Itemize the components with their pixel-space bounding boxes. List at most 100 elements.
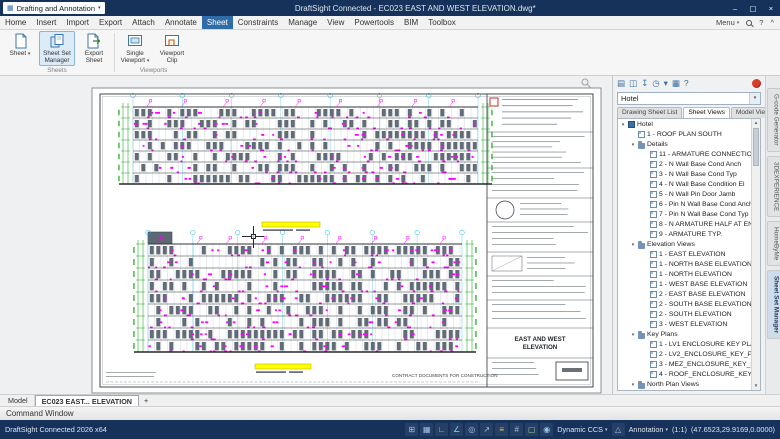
caret-icon[interactable]: [630, 332, 636, 338]
tab-insert[interactable]: Insert: [31, 16, 61, 29]
recent-icon[interactable]: ◷: [652, 77, 659, 90]
scrollbar-thumb[interactable]: [753, 128, 759, 166]
tree-item[interactable]: 6 - Pin N Wall Base Cond Anch: [618, 200, 751, 210]
new-sheet-icon[interactable]: ◫: [629, 77, 637, 90]
side-tab-gcode-generator[interactable]: G-code Generator: [767, 88, 780, 152]
dynamic-ccs-toggle[interactable]: Dynamic CCS ▾: [557, 425, 607, 434]
tab-drawing-sheet-list[interactable]: Drawing Sheet List: [617, 107, 682, 118]
tree-item[interactable]: 1 - LV1 ENCLOSURE KEY PLAN: [618, 340, 751, 350]
tree-item[interactable]: 5 - N Wall Pin Door Jamb: [618, 190, 751, 200]
tree-scrollbar[interactable]: ▲ ▼: [751, 119, 760, 390]
caret-icon[interactable]: [630, 382, 636, 388]
titlebar: ▦ Drafting and Annotation ▾ DraftSight C…: [0, 0, 780, 16]
tree-item[interactable]: 11 - ARMATURE CONNECTION TO COLUMN: [618, 150, 751, 160]
polar-icon[interactable]: ∠: [450, 423, 463, 436]
tab-toolbox[interactable]: Toolbox: [423, 16, 461, 29]
menu-dropdown[interactable]: Menu ▾: [716, 18, 739, 27]
annotation-toggle[interactable]: Annotation ▾: [629, 425, 668, 434]
close-button[interactable]: ×: [762, 0, 780, 16]
tab-annotate[interactable]: Annotate: [160, 16, 202, 29]
tree-item[interactable]: 1 - WEST BASE ELEVATION: [618, 280, 751, 290]
tab-constraints[interactable]: Constraints: [233, 16, 283, 29]
tree-item[interactable]: 1 - NORTH ELEVATION: [618, 270, 751, 280]
sheet-set-manager-button[interactable]: Sheet Set Manager: [39, 31, 75, 66]
scroll-down-icon[interactable]: ▼: [754, 382, 758, 390]
minimize-button[interactable]: –: [726, 0, 744, 16]
tree-item[interactable]: Hotel: [618, 120, 751, 130]
active-sheet-tab[interactable]: EC023 EAST... ELEVATION: [35, 395, 139, 406]
tree-item[interactable]: 3 - N Wall Base Cond Typ: [618, 170, 751, 180]
tab-manage[interactable]: Manage: [283, 16, 322, 29]
tree-item[interactable]: Elevation Views: [618, 240, 751, 250]
window-controls: – ▢ ×: [726, 0, 780, 16]
tree-item[interactable]: 1 - NORTH BASE ELEVATION: [618, 260, 751, 270]
lineweight-icon[interactable]: ≡: [495, 423, 508, 436]
help-icon[interactable]: ?: [759, 18, 763, 27]
etrack-icon[interactable]: ↗: [480, 423, 493, 436]
tree-item[interactable]: 2 - SOUTH BASE ELEVATION: [618, 300, 751, 310]
drawing-canvas[interactable]: EAST AND WESTELEVATIONCONTRACT DOCUMENTS…: [0, 76, 612, 394]
viewport-clip-button[interactable]: Viewport Clip: [154, 31, 190, 66]
annotation-monitor-icon[interactable]: ◉: [540, 423, 553, 436]
single-viewport-button[interactable]: Single Viewport ▾: [117, 31, 153, 66]
tab-attach[interactable]: Attach: [127, 16, 160, 29]
tab-home[interactable]: Home: [0, 16, 31, 29]
grid-icon[interactable]: ▦: [420, 423, 433, 436]
tree-item[interactable]: Key Plans: [618, 330, 751, 340]
import-sheet-icon[interactable]: ↧: [641, 77, 648, 90]
command-window[interactable]: Command Window: [0, 406, 780, 420]
model-tab[interactable]: Model: [2, 395, 35, 406]
tree-item[interactable]: 9 - ARMATURE TYP.: [618, 230, 751, 240]
caret-icon[interactable]: [620, 122, 626, 128]
caret-icon[interactable]: [630, 242, 636, 248]
workspace-selector[interactable]: ▦ Drafting and Annotation ▾: [3, 2, 105, 14]
maximize-button[interactable]: ▢: [744, 0, 762, 16]
esnap-icon[interactable]: ◎: [465, 423, 478, 436]
tree-item[interactable]: 2 - N Wall Base Cond Anch: [618, 160, 751, 170]
help-icon[interactable]: ?: [684, 77, 689, 90]
view-options-icon[interactable]: ▦: [672, 77, 680, 90]
add-sheet-button[interactable]: +: [139, 395, 153, 406]
annotation-scale-icon[interactable]: △: [612, 423, 625, 436]
sheet-list-icon[interactable]: ▤: [617, 77, 625, 90]
side-tab-3dexperience[interactable]: 3DEXPERIENCE: [767, 156, 780, 217]
window-title: DraftSight Connected - EC023 EAST AND WE…: [105, 4, 726, 13]
tree-item[interactable]: 3 - WEST ELEVATION: [618, 320, 751, 330]
tree-item[interactable]: North Plan Views: [618, 380, 751, 390]
search-icon[interactable]: [746, 20, 752, 26]
tree-item[interactable]: 2 - LV2_ENCLOSURE_KEY_PLAN: [618, 350, 751, 360]
tree-item[interactable]: Details: [618, 140, 751, 150]
tab-view[interactable]: View: [322, 16, 349, 29]
ortho-icon[interactable]: ∟: [435, 423, 448, 436]
side-tab-homebyme[interactable]: HomeByMe: [767, 221, 780, 266]
export-sheet-button[interactable]: Export Sheet: [76, 31, 112, 66]
sheet-button[interactable]: Sheet ▾: [2, 31, 38, 66]
caret-icon[interactable]: [630, 142, 636, 148]
tab-import[interactable]: Import: [61, 16, 94, 29]
tree-item[interactable]: 2 - EAST BASE ELEVATION: [618, 290, 751, 300]
tab-sheet-views[interactable]: Sheet Views: [683, 107, 730, 118]
recent-dropdown-icon[interactable]: ▾: [664, 77, 668, 90]
tab-bim[interactable]: BIM: [399, 16, 423, 29]
tree-item[interactable]: 7 - Pin N Wall Base Cond Typ: [618, 210, 751, 220]
scroll-up-icon[interactable]: ▲: [754, 119, 758, 127]
side-tab-sheet-set-manager[interactable]: Sheet Set Manager: [767, 270, 780, 339]
tree-item[interactable]: 3 - MEZ_ENCLOSURE_KEY_PLAN: [618, 360, 751, 370]
tab-powertools[interactable]: Powertools: [349, 16, 399, 29]
scale-indicator[interactable]: (1:1): [672, 425, 687, 434]
tree-item[interactable]: 8 - N ARMATURE HALF AT END TYP: [618, 220, 751, 230]
threedexperience-compass-icon[interactable]: [752, 79, 761, 88]
sheet-set-dropdown[interactable]: Hotel ▾: [617, 92, 761, 105]
tree-item[interactable]: 4 - N Wall Base Condition El: [618, 180, 751, 190]
units-icon[interactable]: ▢: [525, 423, 538, 436]
tab-sheet[interactable]: Sheet: [202, 16, 233, 29]
quick-input-icon[interactable]: #: [510, 423, 523, 436]
snap-icon[interactable]: ⊞: [405, 423, 418, 436]
ribbon-collapse-icon[interactable]: ^: [770, 18, 774, 27]
tab-export[interactable]: Export: [94, 16, 127, 29]
tree-item[interactable]: 4 - ROOF_ENCLOSURE_KEY_PLAN: [618, 370, 751, 380]
tree-item[interactable]: 1 - ROOF PLAN SOUTH: [618, 130, 751, 140]
dropdown-arrow-icon[interactable]: ▾: [749, 93, 760, 104]
tree-item[interactable]: 2 - SOUTH ELEVATION: [618, 310, 751, 320]
tree-item[interactable]: 1 - EAST ELEVATION: [618, 250, 751, 260]
